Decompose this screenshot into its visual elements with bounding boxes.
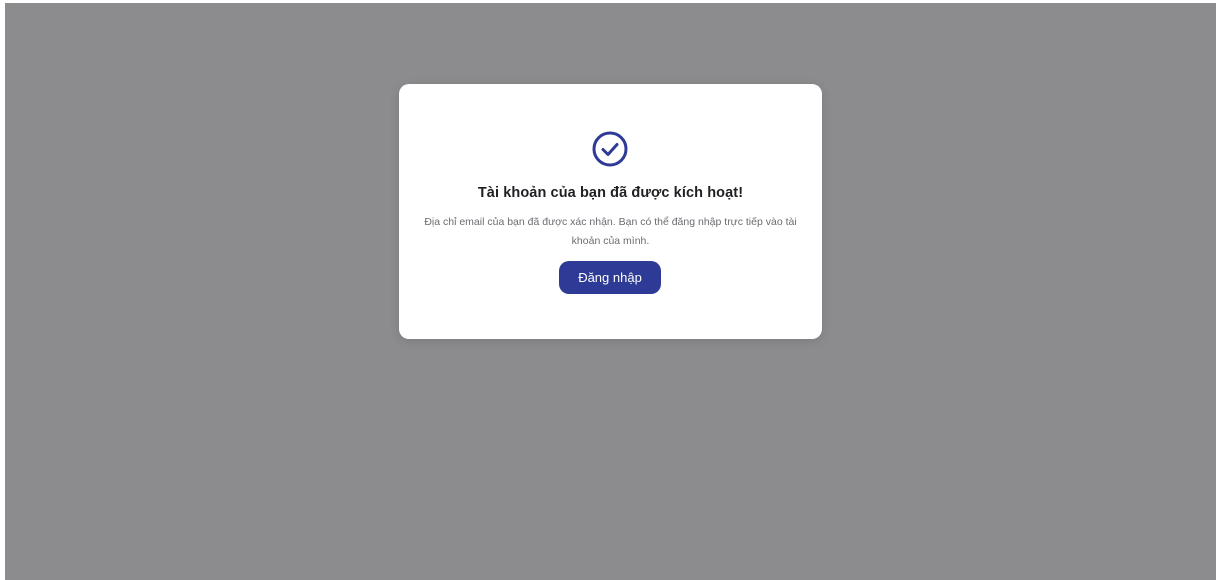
activation-success-dialog: Tài khoản của bạn đã được kích hoạt! Địa… (399, 84, 822, 339)
check-circle-icon (591, 130, 629, 168)
dialog-message: Địa chỉ email của bạn đã được xác nhận. … (424, 216, 797, 247)
dialog-title: Tài khoản của bạn đã được kích hoạt! (477, 185, 744, 201)
page-overlay: Tài khoản của bạn đã được kích hoạt! Địa… (5, 3, 1216, 580)
login-button[interactable]: Đăng nhập (559, 261, 661, 294)
